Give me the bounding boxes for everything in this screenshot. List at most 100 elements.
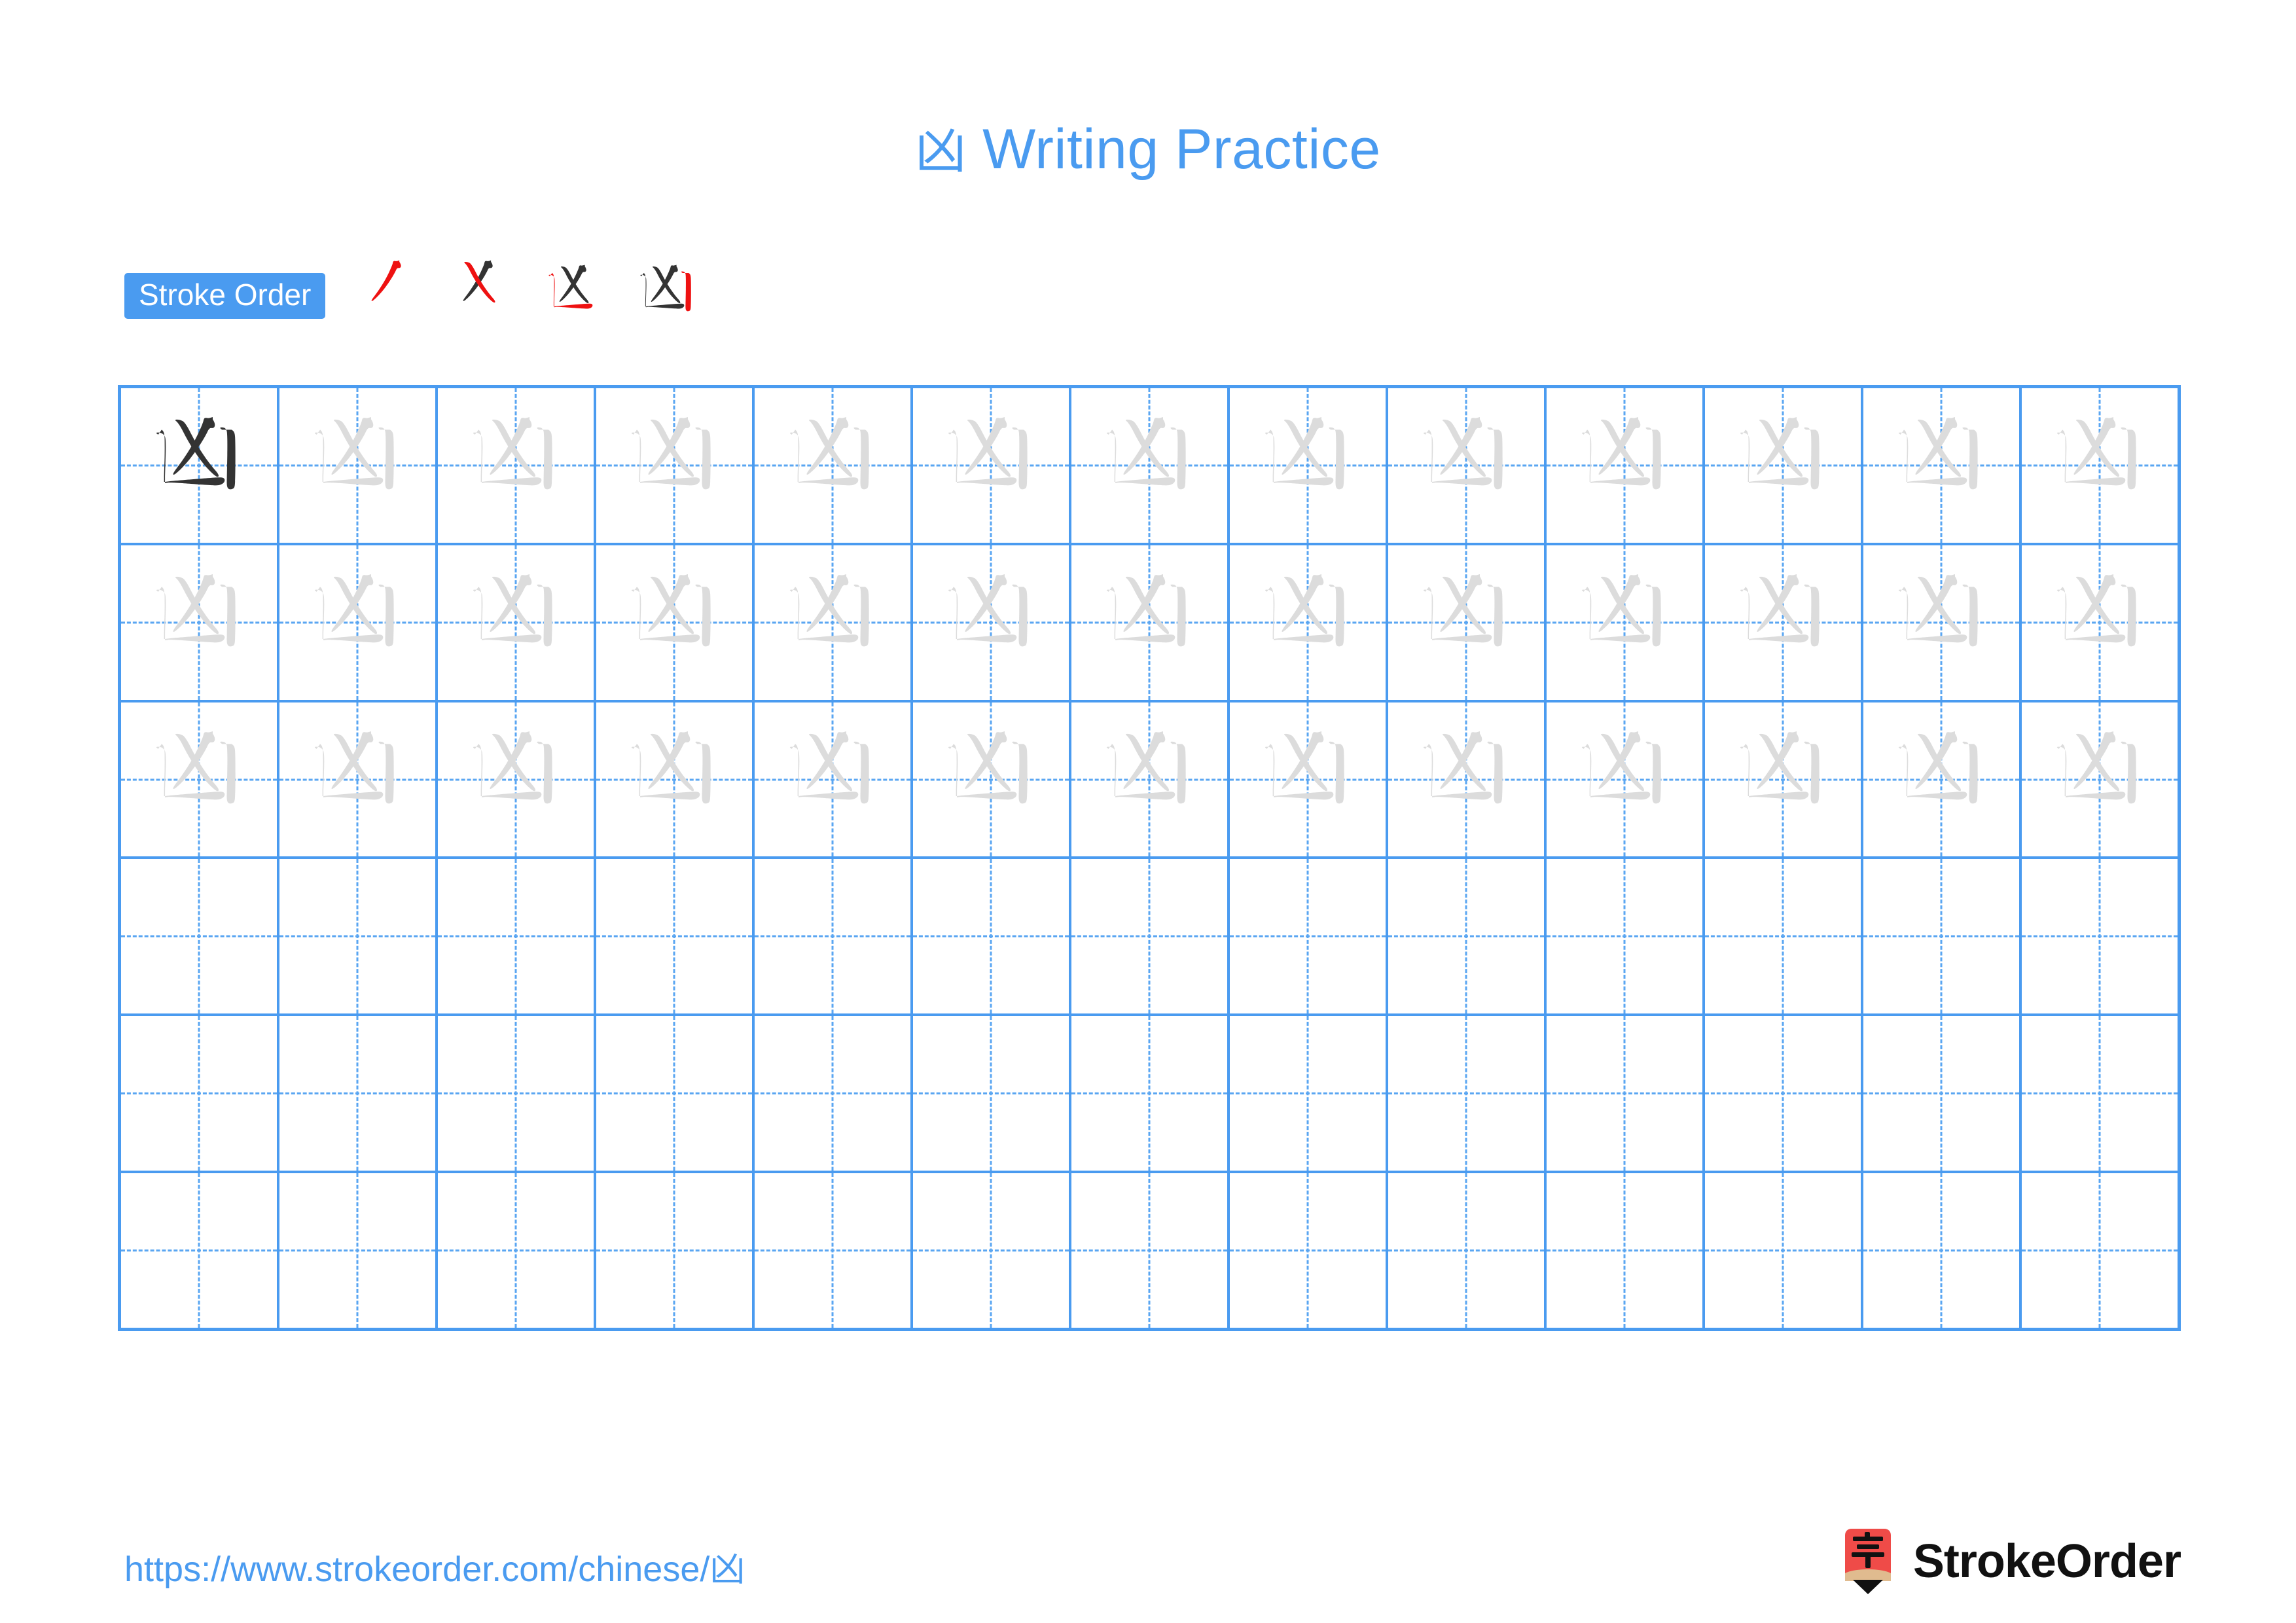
practice-cell[interactable] [121,545,279,700]
practice-cell[interactable] [913,545,1071,700]
practice-cell[interactable] [1863,702,2022,857]
practice-cell[interactable] [1230,1173,1388,1328]
practice-cell[interactable] [1705,859,1863,1014]
practice-cell[interactable] [1705,702,1863,857]
practice-cell[interactable] [279,702,438,857]
practice-cell[interactable] [755,1173,913,1328]
practice-cell[interactable] [1863,388,2022,543]
practice-cell[interactable] [2022,859,2178,1013]
practice-cell[interactable] [279,545,438,700]
practice-cell[interactable] [438,1173,596,1328]
practice-cell[interactable] [596,859,755,1014]
practice-cell[interactable] [1230,1016,1388,1171]
practice-cell[interactable] [1388,1173,1547,1328]
practice-cell[interactable] [1547,388,1705,543]
practice-cell[interactable] [279,1173,438,1328]
stroke-step-1 [354,257,431,335]
practice-cell[interactable] [1071,859,1230,1014]
traced-character [438,545,594,700]
practice-cell[interactable] [596,388,755,543]
traced-character [913,388,1069,543]
practice-cell[interactable] [121,859,279,1014]
traced-character [279,388,435,543]
traced-character [1230,545,1386,700]
practice-cell[interactable] [2022,1016,2178,1171]
practice-cell[interactable] [1388,859,1547,1014]
traced-character [1547,388,1702,543]
model-character [121,388,277,543]
practice-cell[interactable] [1547,545,1705,700]
strokeorder-logo-icon [1844,1529,1891,1594]
practice-cell[interactable] [755,1016,913,1171]
practice-cell[interactable] [121,702,279,857]
practice-cell[interactable] [1863,859,2022,1014]
practice-cell[interactable] [438,859,596,1014]
traced-character [913,545,1069,700]
practice-cell[interactable] [1071,388,1230,543]
practice-cell[interactable] [1230,702,1388,857]
practice-cell[interactable] [1071,1016,1230,1171]
practice-cell[interactable] [2022,388,2178,543]
practice-cell[interactable] [1705,388,1863,543]
traced-character [2022,545,2178,700]
practice-cell[interactable] [1863,1016,2022,1171]
practice-cell[interactable] [1230,859,1388,1014]
practice-cell[interactable] [596,702,755,857]
practice-cell[interactable] [1071,1173,1230,1328]
practice-cell[interactable] [913,1173,1071,1328]
practice-cell[interactable] [438,1016,596,1171]
practice-cell[interactable] [279,388,438,543]
practice-cell[interactable] [2022,545,2178,700]
practice-cell[interactable] [596,1016,755,1171]
practice-cell[interactable] [1705,1016,1863,1171]
practice-row [121,545,2178,702]
stroke-step-4 [629,257,706,335]
practice-cell[interactable] [596,545,755,700]
practice-cell[interactable] [755,859,913,1014]
practice-cell[interactable] [438,545,596,700]
traced-character [2022,388,2178,543]
practice-cell[interactable] [1705,1173,1863,1328]
practice-cell[interactable] [755,545,913,700]
practice-cell[interactable] [121,1016,279,1171]
practice-cell[interactable] [913,702,1071,857]
practice-cell[interactable] [1388,1016,1547,1171]
practice-cell[interactable] [1388,702,1547,857]
practice-cell[interactable] [913,1016,1071,1171]
brand-name: StrokeOrder [1912,1535,2181,1588]
practice-cell[interactable] [1547,859,1705,1014]
practice-cell[interactable] [279,1016,438,1171]
practice-cell[interactable] [1230,388,1388,543]
practice-cell[interactable] [279,859,438,1014]
practice-cell[interactable] [1388,388,1547,543]
stroke-order-badge: Stroke Order [124,273,326,319]
practice-cell[interactable] [2022,1173,2178,1328]
practice-cell[interactable] [596,1173,755,1328]
practice-cell[interactable] [1388,545,1547,700]
footer-url[interactable]: https://www.strokeorder.com/chinese/凶 [124,1540,745,1592]
traced-character [596,388,752,543]
traced-character [1388,702,1544,857]
practice-cell[interactable] [2022,702,2178,857]
practice-cell[interactable] [1547,702,1705,857]
practice-cell[interactable] [121,1173,279,1328]
practice-cell[interactable] [1230,545,1388,700]
practice-cell[interactable] [1705,545,1863,700]
practice-cell[interactable] [755,702,913,857]
practice-cell[interactable] [1547,1016,1705,1171]
practice-cell[interactable] [438,702,596,857]
traced-character [2022,702,2178,857]
practice-cell[interactable] [438,388,596,543]
practice-cell[interactable] [121,388,279,543]
practice-cell[interactable] [1863,545,2022,700]
traced-character [121,545,277,700]
practice-cell[interactable] [755,388,913,543]
practice-cell[interactable] [913,859,1071,1014]
practice-cell[interactable] [1071,545,1230,700]
practice-cell[interactable] [1071,702,1230,857]
traced-character [1388,545,1544,700]
traced-character [596,702,752,857]
practice-cell[interactable] [1863,1173,2022,1328]
practice-cell[interactable] [913,388,1071,543]
practice-cell[interactable] [1547,1173,1705,1328]
